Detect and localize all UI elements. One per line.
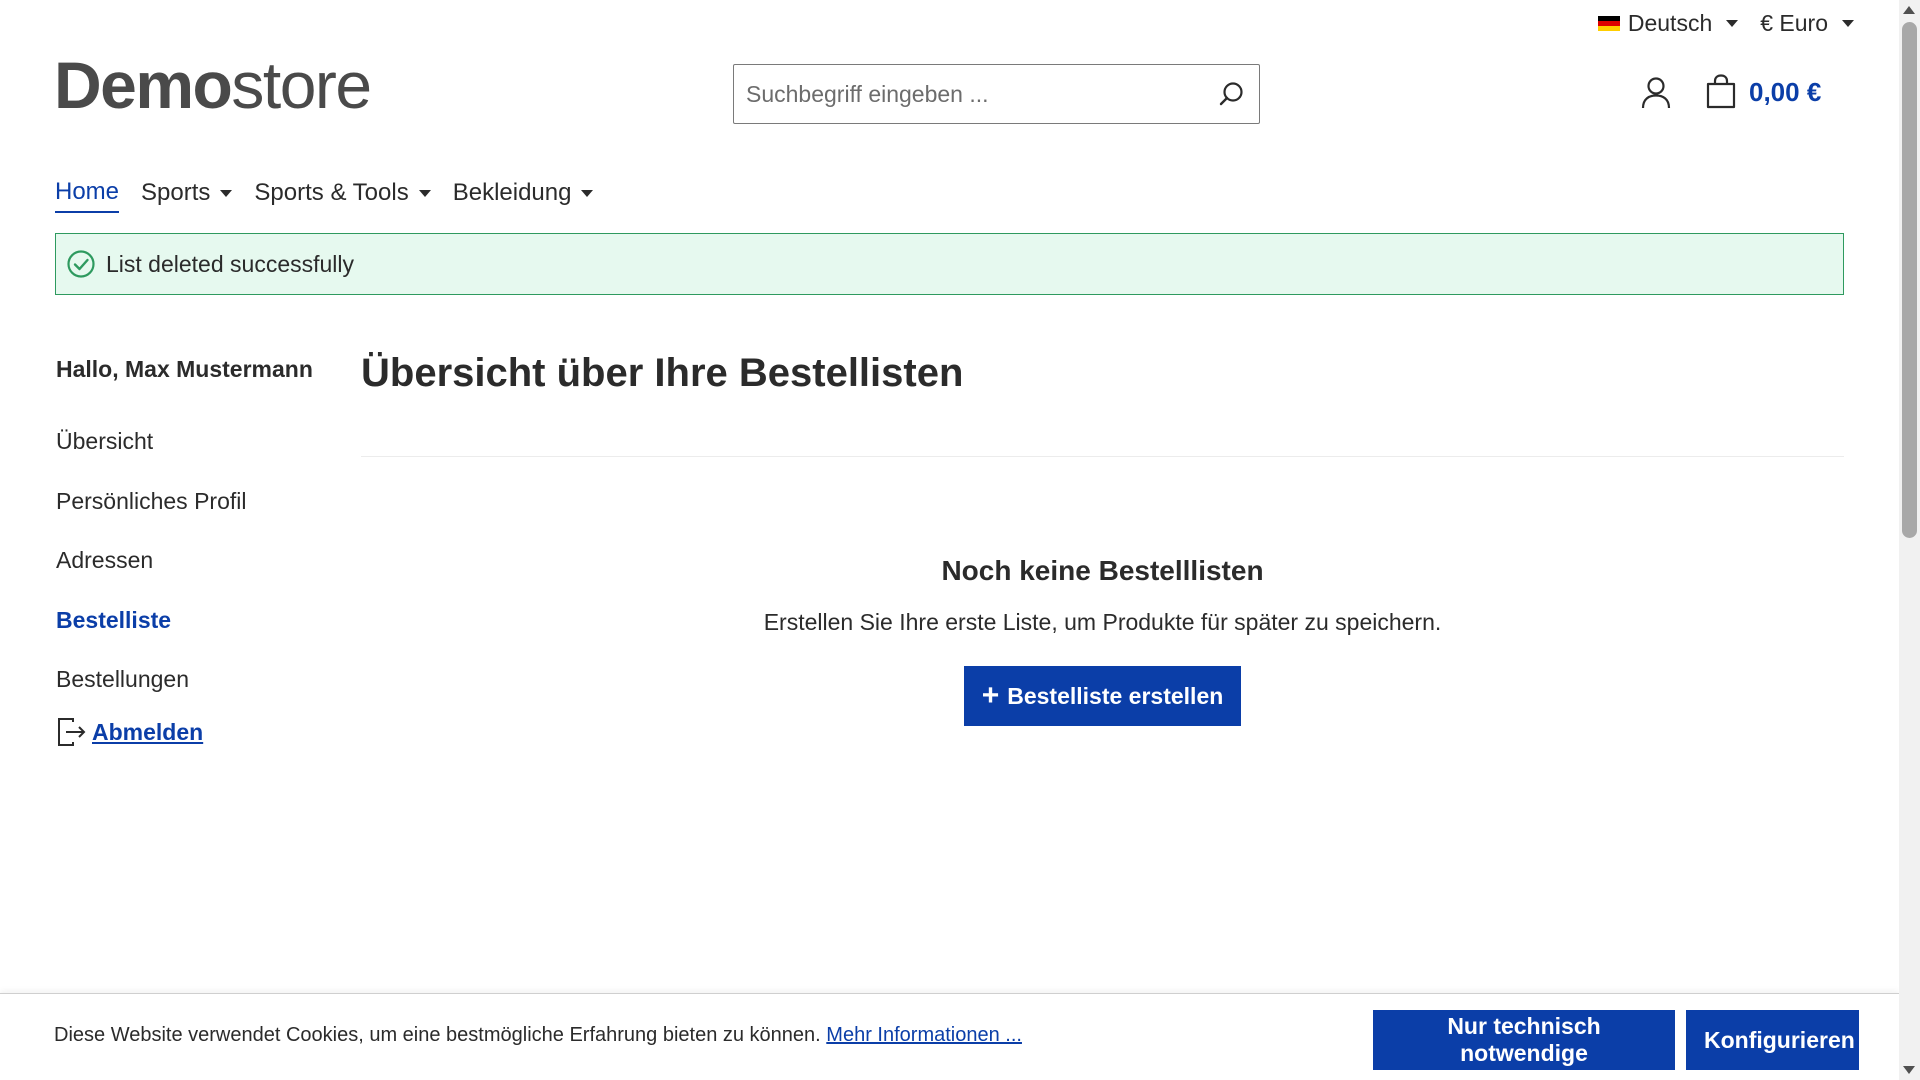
user-icon bbox=[1641, 77, 1671, 109]
create-list-button[interactable]: + Bestelliste erstellen bbox=[963, 666, 1242, 726]
nav-item-label: Sports bbox=[141, 179, 211, 206]
scrollbar-thumb[interactable] bbox=[1902, 22, 1917, 538]
chevron-down-icon bbox=[581, 189, 594, 197]
nav-item-label: Bekleidung bbox=[452, 179, 572, 206]
account-button[interactable] bbox=[1641, 76, 1671, 115]
nav-item-bekleidung[interactable]: Bekleidung bbox=[453, 178, 594, 213]
check-circle-icon bbox=[67, 250, 95, 278]
cookie-banner: Diese Website verwendet Cookies, um eine… bbox=[0, 993, 1899, 1080]
chevron-down-icon bbox=[1842, 20, 1854, 27]
nav-item-label: Sports & Tools bbox=[254, 179, 409, 206]
success-alert: List deleted successfully bbox=[55, 233, 1844, 295]
cart-total: 0,00 € bbox=[1749, 76, 1822, 107]
page-title: Übersicht über Ihre Bestellisten bbox=[361, 351, 964, 395]
alert-message: List deleted successfully bbox=[106, 250, 355, 277]
scroll-up-icon[interactable] bbox=[1903, 6, 1915, 14]
chevron-down-icon bbox=[418, 189, 431, 197]
nav-item-sports-tools[interactable]: Sports & Tools bbox=[254, 178, 431, 213]
cookie-text: Diese Website verwendet Cookies, um eine… bbox=[54, 1024, 821, 1046]
currency-label: € Euro bbox=[1760, 10, 1828, 36]
nav-item-sports[interactable]: Sports bbox=[141, 178, 233, 213]
currency-selector[interactable]: € Euro bbox=[1760, 10, 1854, 37]
cookie-text-wrapper: Diese Website verwendet Cookies, um eine… bbox=[54, 1024, 1022, 1047]
search-button[interactable] bbox=[1203, 65, 1259, 123]
cookie-configure-button[interactable]: Konfigurieren bbox=[1686, 1010, 1859, 1070]
nav-item-home[interactable]: Home bbox=[55, 178, 120, 213]
sidebar-item-bestellungen[interactable]: Bestellungen bbox=[56, 666, 189, 693]
empty-state-title: Noch keine Bestelllisten bbox=[941, 555, 1264, 586]
chevron-down-icon bbox=[1726, 20, 1739, 27]
main-navigation: Home Sports Sports & Tools Bekleidung bbox=[55, 178, 594, 213]
sidebar-item-adressen[interactable]: Adressen bbox=[56, 547, 153, 574]
account-greeting: Hallo, Max Mustermann bbox=[56, 356, 313, 382]
topbar: Deutsch € Euro bbox=[1597, 10, 1854, 37]
language-selector[interactable]: Deutsch bbox=[1597, 10, 1739, 37]
search-form bbox=[733, 64, 1260, 124]
account-sidebar: Hallo, Max Mustermann Übersicht Persönli… bbox=[56, 356, 313, 746]
page-scrollbar[interactable] bbox=[1899, 0, 1920, 1080]
language-label: Deutsch bbox=[1627, 10, 1713, 36]
store-logo[interactable]: Demostore bbox=[54, 52, 372, 118]
german-flag-icon bbox=[1597, 16, 1620, 31]
logout-icon bbox=[58, 718, 86, 746]
sidebar-item-uebersicht[interactable]: Übersicht bbox=[56, 428, 153, 455]
search-input[interactable] bbox=[734, 65, 1203, 123]
cart-button[interactable]: 0,00 € bbox=[1705, 74, 1821, 110]
sidebar-item-bestelliste[interactable]: Bestelliste bbox=[56, 607, 171, 634]
logout-label[interactable]: Abmelden bbox=[92, 719, 203, 746]
scroll-down-icon[interactable] bbox=[1903, 1066, 1915, 1074]
logo-bold: Demo bbox=[54, 48, 233, 122]
plus-icon: + bbox=[981, 679, 1000, 712]
search-icon bbox=[1219, 82, 1243, 106]
sidebar-item-profil[interactable]: Persönliches Profil bbox=[56, 488, 246, 515]
empty-state: Noch keine Bestelllisten Erstellen Sie I… bbox=[361, 555, 1844, 726]
logout-link[interactable]: Abmelden bbox=[56, 716, 203, 748]
cookie-necessary-button[interactable]: Nur technisch notwendige bbox=[1373, 1010, 1675, 1070]
logo-light: store bbox=[231, 48, 372, 122]
create-list-label: Bestelliste erstellen bbox=[1007, 682, 1224, 709]
cookie-more-info-link[interactable]: Mehr Informationen ... bbox=[826, 1024, 1022, 1046]
chevron-down-icon bbox=[220, 189, 233, 197]
nav-item-label: Home bbox=[55, 178, 120, 205]
shopping-bag-icon bbox=[1706, 74, 1736, 109]
empty-state-text: Erstellen Sie Ihre erste Liste, um Produ… bbox=[763, 609, 1442, 635]
title-divider bbox=[361, 456, 1844, 457]
